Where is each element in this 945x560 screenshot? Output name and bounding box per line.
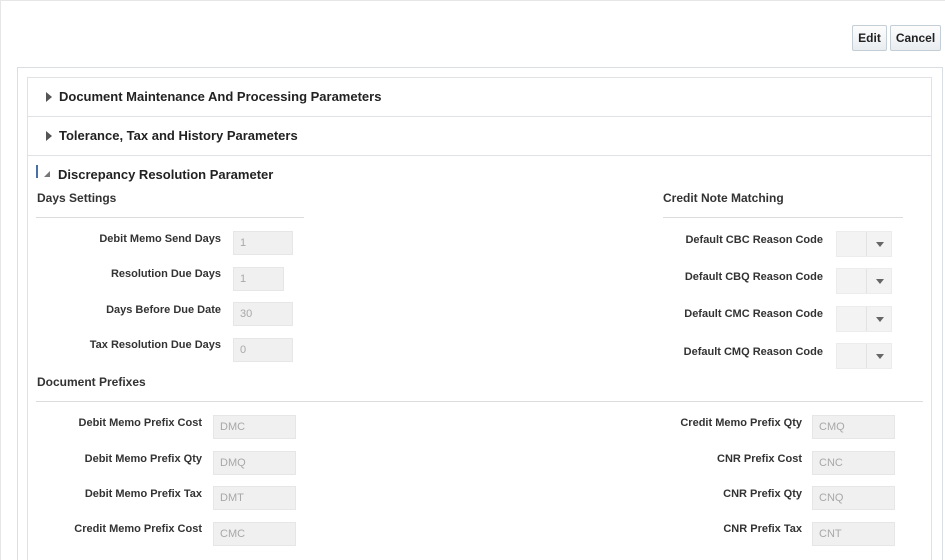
debit-memo-prefix-tax-field[interactable]: DMT <box>213 486 296 510</box>
default-cbc-reason-code-select[interactable] <box>836 231 892 257</box>
section-document-maintenance[interactable]: Document Maintenance And Processing Para… <box>27 77 932 117</box>
chevron-down-icon <box>876 242 884 247</box>
default-cmq-reason-code-label: Default CMQ Reason Code <box>683 346 823 358</box>
top-border <box>0 0 945 1</box>
cnr-prefix-qty-field[interactable]: CNQ <box>812 486 895 510</box>
debit-memo-prefix-cost-field[interactable]: DMC <box>213 415 296 439</box>
select-value <box>837 307 865 331</box>
section-tolerance-tax-history[interactable]: Tolerance, Tax and History Parameters <box>27 116 932 156</box>
days-settings-heading: Days Settings <box>37 191 117 205</box>
select-value <box>837 269 865 293</box>
tax-resolution-due-days-field[interactable]: 0 <box>233 338 293 362</box>
resolution-due-days-field[interactable]: 1 <box>233 267 284 291</box>
document-prefixes-heading: Document Prefixes <box>37 375 146 389</box>
cnr-prefix-tax-field[interactable]: CNT <box>812 522 895 546</box>
credit-memo-prefix-cost-field[interactable]: CMC <box>213 522 296 546</box>
default-cbc-reason-code-label: Default CBC Reason Code <box>685 234 823 246</box>
select-value <box>837 232 865 256</box>
section-title: Document Maintenance And Processing Para… <box>59 89 382 104</box>
cnr-prefix-cost-field[interactable]: CNC <box>812 451 895 475</box>
debit-memo-send-days-label: Debit Memo Send Days <box>99 233 221 245</box>
default-cbq-reason-code-label: Default CBQ Reason Code <box>684 271 823 283</box>
chevron-down-icon <box>876 279 884 284</box>
chevron-down-icon <box>876 354 884 359</box>
expand-arrow-icon <box>46 92 52 102</box>
credit-memo-prefix-qty-field[interactable]: CMQ <box>812 415 895 439</box>
resolution-due-days-label: Resolution Due Days <box>110 268 221 280</box>
tax-resolution-due-days-label: Tax Resolution Due Days <box>89 339 221 351</box>
cnr-prefix-qty-label: CNR Prefix Qty <box>723 488 802 500</box>
divider <box>36 401 923 402</box>
default-cbq-reason-code-select[interactable] <box>836 268 892 294</box>
debit-memo-prefix-qty-field[interactable]: DMQ <box>213 451 296 475</box>
cnr-prefix-tax-label: CNR Prefix Tax <box>723 523 802 535</box>
dropdown-button[interactable] <box>866 269 892 293</box>
collapse-arrow-icon[interactable] <box>44 171 50 177</box>
cancel-button[interactable]: Cancel <box>890 25 941 51</box>
debit-memo-prefix-tax-label: Debit Memo Prefix Tax <box>84 488 202 500</box>
select-value <box>837 344 865 368</box>
default-cmc-reason-code-select[interactable] <box>836 306 892 332</box>
credit-note-matching-heading: Credit Note Matching <box>663 191 784 205</box>
left-border <box>0 0 1 560</box>
dropdown-button[interactable] <box>866 307 892 331</box>
divider <box>663 217 903 218</box>
dropdown-button[interactable] <box>866 232 892 256</box>
cnr-prefix-cost-label: CNR Prefix Cost <box>717 453 802 465</box>
credit-memo-prefix-qty-label: Credit Memo Prefix Qty <box>680 417 802 429</box>
days-before-due-date-field[interactable]: 30 <box>233 302 293 326</box>
chevron-down-icon <box>876 317 884 322</box>
divider <box>36 217 304 218</box>
credit-memo-prefix-cost-label: Credit Memo Prefix Cost <box>74 523 202 535</box>
debit-memo-prefix-qty-label: Debit Memo Prefix Qty <box>84 453 202 465</box>
days-before-due-date-label: Days Before Due Date <box>106 304 221 316</box>
default-cmq-reason-code-select[interactable] <box>836 343 892 369</box>
debit-memo-send-days-field[interactable]: 1 <box>233 231 293 255</box>
expand-arrow-icon <box>46 131 52 141</box>
section-title: Tolerance, Tax and History Parameters <box>59 128 298 143</box>
edit-button[interactable]: Edit <box>852 25 887 51</box>
section-title[interactable]: Discrepancy Resolution Parameter <box>58 167 273 182</box>
dropdown-button[interactable] <box>866 344 892 368</box>
debit-memo-prefix-cost-label: Debit Memo Prefix Cost <box>78 417 202 429</box>
default-cmc-reason-code-label: Default CMC Reason Code <box>684 308 823 320</box>
focus-marker <box>36 165 38 178</box>
